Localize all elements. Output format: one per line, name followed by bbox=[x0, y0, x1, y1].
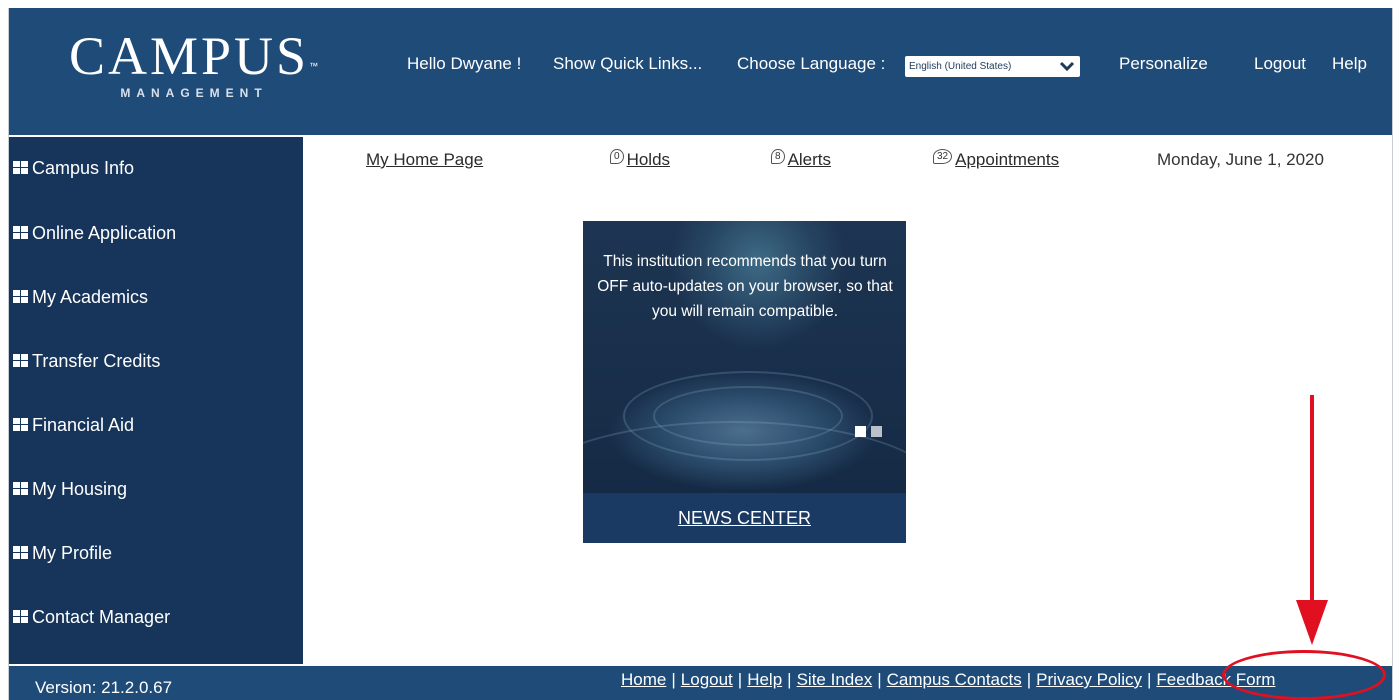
sidebar-item-transfer-credits[interactable]: Transfer Credits bbox=[13, 343, 160, 379]
logo-subtitle: MANAGEMENT bbox=[120, 86, 268, 100]
sidebar-item-label: Campus Info bbox=[32, 157, 135, 178]
footer-help-link[interactable]: Help bbox=[747, 670, 782, 689]
sidebar-item-my-profile[interactable]: My Profile bbox=[13, 535, 112, 571]
campus-management-logo[interactable]: CAMPUS™ MANAGEMENT bbox=[69, 28, 319, 100]
grid-icon bbox=[13, 290, 28, 304]
greeting-text: Hello Dwyane ! bbox=[407, 54, 522, 73]
holds-count-badge: 0 bbox=[610, 149, 624, 164]
language-select[interactable]: English (United States) bbox=[905, 56, 1080, 77]
separator: | bbox=[737, 670, 743, 689]
annotation-arrow-icon bbox=[1296, 395, 1328, 645]
sidebar: Campus Info Online Application My Academ… bbox=[9, 137, 303, 664]
sidebar-item-campus-info[interactable]: Campus Info bbox=[13, 150, 134, 186]
news-card: This institution recommends that you tur… bbox=[583, 221, 906, 543]
appointments-label: Appointments bbox=[955, 150, 1060, 169]
footer-privacy-policy-link[interactable]: Privacy Policy bbox=[1036, 670, 1142, 689]
carousel-dot-active[interactable] bbox=[855, 426, 866, 437]
grid-icon bbox=[13, 482, 28, 496]
appointments-link[interactable]: 32 Appointments bbox=[933, 149, 1060, 170]
separator: | bbox=[1146, 670, 1152, 689]
grid-icon bbox=[13, 354, 28, 368]
my-home-page-link[interactable]: My Home Page bbox=[366, 150, 483, 170]
alerts-count-badge: 8 bbox=[771, 149, 785, 164]
sidebar-item-label: Transfer Credits bbox=[32, 350, 161, 371]
grid-icon bbox=[13, 546, 28, 560]
holds-label: Holds bbox=[626, 150, 671, 169]
footer-home-link[interactable]: Home bbox=[621, 670, 666, 689]
sidebar-item-label: My Academics bbox=[32, 286, 149, 307]
sidebar-item-label: My Housing bbox=[32, 478, 128, 499]
logo-wordmark: CAMPUS™ bbox=[69, 26, 322, 86]
grid-icon bbox=[13, 610, 28, 624]
show-quick-links-link[interactable]: Show Quick Links... bbox=[553, 54, 702, 74]
help-link[interactable]: Help bbox=[1332, 54, 1367, 74]
logout-link[interactable]: Logout bbox=[1254, 54, 1306, 74]
footer-links: Home | Logout | Help | Site Index | Campus Conta… bbox=[621, 670, 1275, 690]
choose-language-label: Choose Language : bbox=[737, 54, 886, 73]
alerts-label: Alerts bbox=[787, 150, 832, 169]
news-center-link[interactable]: NEWS CENTER bbox=[678, 508, 811, 528]
language-select-value: English (United States) bbox=[909, 61, 1012, 72]
appointments-count-badge: 32 bbox=[933, 149, 953, 164]
separator: | bbox=[787, 670, 792, 689]
annotation-highlight-ellipse bbox=[1222, 650, 1386, 700]
holds-link[interactable]: 0 Holds bbox=[610, 149, 671, 170]
separator: | bbox=[671, 670, 676, 689]
separator: | bbox=[1026, 670, 1032, 689]
sidebar-item-label: Online Application bbox=[32, 222, 177, 243]
sidebar-item-contact-manager[interactable]: Contact Manager bbox=[13, 599, 170, 635]
grid-icon bbox=[13, 161, 28, 175]
grid-icon bbox=[13, 418, 28, 432]
separator: | bbox=[877, 670, 882, 689]
sidebar-item-financial-aid[interactable]: Financial Aid bbox=[13, 407, 134, 443]
alerts-link[interactable]: 8 Alerts bbox=[771, 149, 832, 170]
chevron-down-icon bbox=[1059, 61, 1075, 72]
footer-site-index-link[interactable]: Site Index bbox=[797, 670, 873, 689]
current-date: Monday, June 1, 2020 bbox=[1157, 150, 1324, 169]
sidebar-item-label: Financial Aid bbox=[32, 414, 135, 435]
news-message: This institution recommends that you tur… bbox=[597, 253, 893, 320]
sidebar-item-label: My Profile bbox=[32, 542, 113, 563]
personalize-link[interactable]: Personalize bbox=[1119, 54, 1208, 74]
sidebar-item-online-application[interactable]: Online Application bbox=[13, 215, 176, 251]
footer-logout-link[interactable]: Logout bbox=[681, 670, 733, 689]
sidebar-item-my-academics[interactable]: My Academics bbox=[13, 279, 148, 315]
version-text: Version: 21.2.0.67 bbox=[35, 678, 173, 697]
sidebar-item-label: Contact Manager bbox=[32, 606, 171, 627]
sidebar-item-my-housing[interactable]: My Housing bbox=[13, 471, 127, 507]
footer-bar: Version: 21.2.0.67 Home | Logout | Help | Site… bbox=[9, 666, 1392, 700]
footer-campus-contacts-link[interactable]: Campus Contacts bbox=[887, 670, 1022, 689]
carousel-dot[interactable] bbox=[871, 426, 882, 437]
header-bar: CAMPUS™ MANAGEMENT Hello Dwyane ! Show Q… bbox=[9, 8, 1392, 135]
news-footer: NEWS CENTER bbox=[583, 493, 906, 543]
grid-icon bbox=[13, 226, 28, 240]
